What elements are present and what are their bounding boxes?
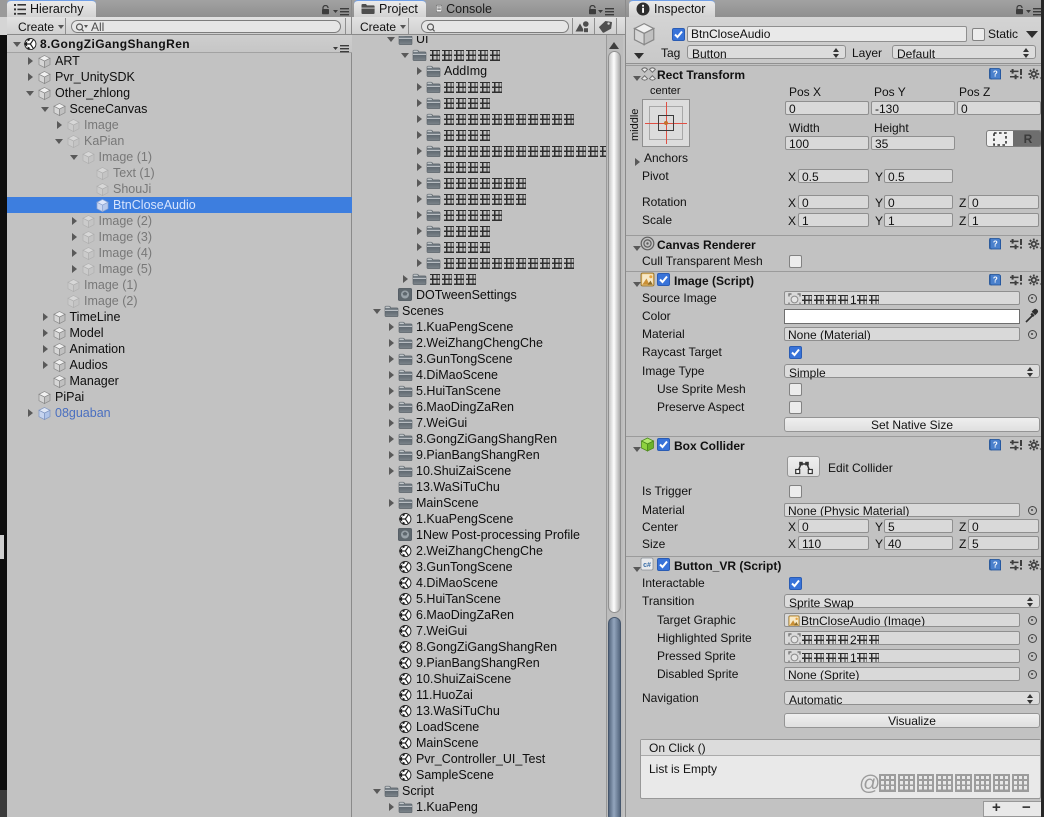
svg-text:?: ? xyxy=(993,275,998,284)
svg-text:?: ? xyxy=(993,440,998,449)
svg-text:c#: c# xyxy=(643,562,651,569)
svg-text:?: ? xyxy=(993,69,998,78)
svg-text:?: ? xyxy=(993,239,998,248)
svg-text:?: ? xyxy=(993,560,998,569)
